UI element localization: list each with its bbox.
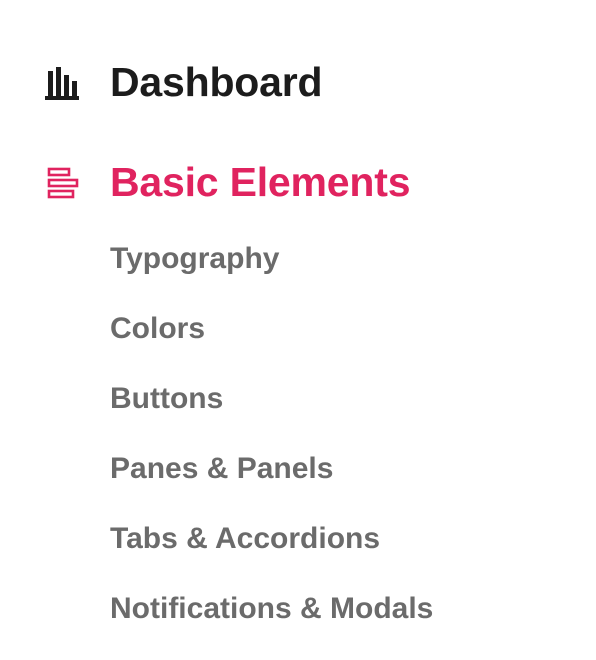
basic-elements-submenu: Typography Colors Buttons Panes & Panels… bbox=[110, 240, 433, 660]
nav-item-basic-elements[interactable]: Basic Elements bbox=[44, 162, 410, 203]
align-left-icon bbox=[44, 164, 82, 202]
submenu-item-typography[interactable]: Typography bbox=[110, 240, 433, 310]
bar-chart-icon bbox=[44, 64, 82, 102]
nav-item-label: Basic Elements bbox=[110, 159, 411, 205]
submenu-item-notifications-modals[interactable]: Notifications & Modals bbox=[110, 590, 433, 660]
submenu-item-buttons[interactable]: Buttons bbox=[110, 380, 433, 450]
submenu-item-label[interactable]: Buttons bbox=[110, 380, 223, 418]
submenu-item-label[interactable]: Typography bbox=[110, 240, 279, 278]
submenu-item-label[interactable]: Panes & Panels bbox=[110, 450, 333, 488]
submenu-item-tabs-accordions[interactable]: Tabs & Accordions bbox=[110, 520, 433, 590]
submenu-item-label[interactable]: Notifications & Modals bbox=[110, 590, 433, 628]
nav-item-dashboard[interactable]: Dashboard bbox=[44, 59, 323, 105]
submenu-item-label[interactable]: Colors bbox=[110, 310, 205, 348]
sidebar-nav: Dashboard Basic Elements Typography Colo… bbox=[0, 0, 596, 656]
submenu-item-label[interactable]: Tabs & Accordions bbox=[110, 520, 380, 558]
nav-item-label: Dashboard bbox=[110, 59, 323, 105]
submenu-item-colors[interactable]: Colors bbox=[110, 310, 433, 380]
submenu-item-panes-panels[interactable]: Panes & Panels bbox=[110, 450, 433, 520]
